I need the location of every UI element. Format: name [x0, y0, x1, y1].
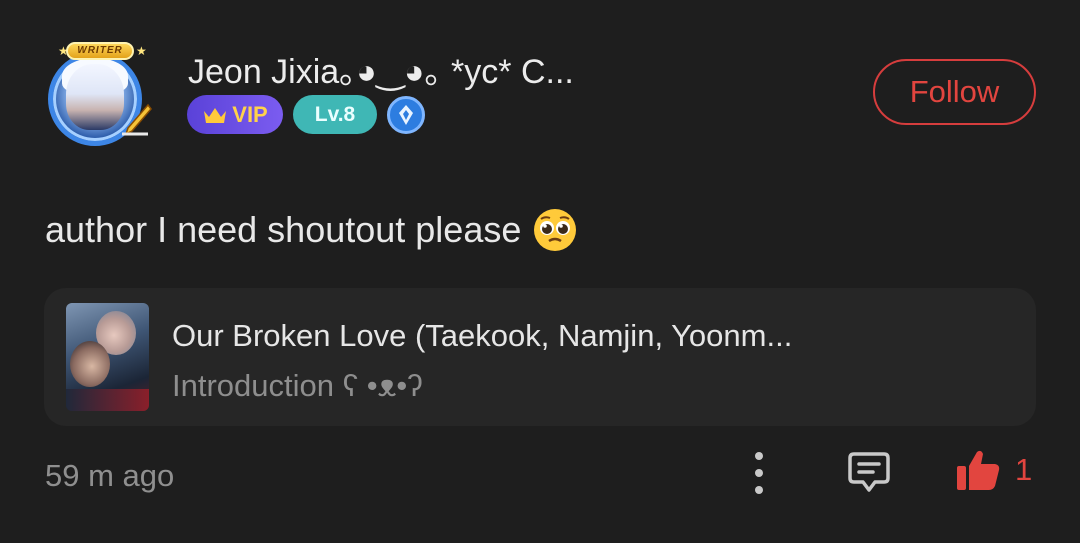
writer-banner: WRITER — [66, 42, 134, 60]
comment-text: author I need shoutout please — [45, 209, 522, 250]
like-button[interactable]: 1 — [955, 448, 1032, 492]
more-vertical-icon[interactable] — [748, 452, 770, 494]
like-count: 1 — [1015, 452, 1033, 487]
gem-icon — [399, 104, 413, 125]
comment-timestamp: 59 m ago — [45, 458, 175, 493]
book-title: Our Broken Love (Taekook, Namjin, Yoonm.… — [172, 318, 793, 353]
author-name[interactable]: Jeon Jixia｡◕‿◕｡ *yc* C... — [188, 44, 574, 93]
comment-card: ★ ★ WRITER Jeon Jixia｡◕‿◕｡ *yc* C... VIP… — [0, 0, 1080, 543]
author-avatar[interactable]: ★ ★ WRITER — [44, 40, 162, 146]
follow-button[interactable]: Follow — [873, 59, 1036, 125]
avatar-image — [66, 64, 124, 130]
vip-badge: VIP — [187, 95, 283, 134]
vip-label: VIP — [232, 101, 268, 127]
thumbs-up-icon — [957, 450, 1000, 490]
comment-reply-icon[interactable] — [845, 448, 893, 496]
author-badges: VIP Lv.8 — [187, 95, 425, 134]
comment-body: author I need shoutout please — [45, 208, 577, 252]
book-chapter: Introduction ʕ •ᴥ•ʔ — [172, 368, 423, 403]
crown-icon — [204, 107, 227, 123]
level-badge: Lv.8 — [293, 95, 377, 134]
star-icon: ★ — [136, 44, 147, 58]
linked-book-card[interactable]: Our Broken Love (Taekook, Namjin, Yoonm.… — [44, 288, 1036, 426]
gem-badge — [387, 95, 425, 134]
pleading-face-emoji — [534, 209, 577, 251]
quill-pen-icon — [122, 103, 152, 136]
book-cover-image — [66, 303, 149, 411]
